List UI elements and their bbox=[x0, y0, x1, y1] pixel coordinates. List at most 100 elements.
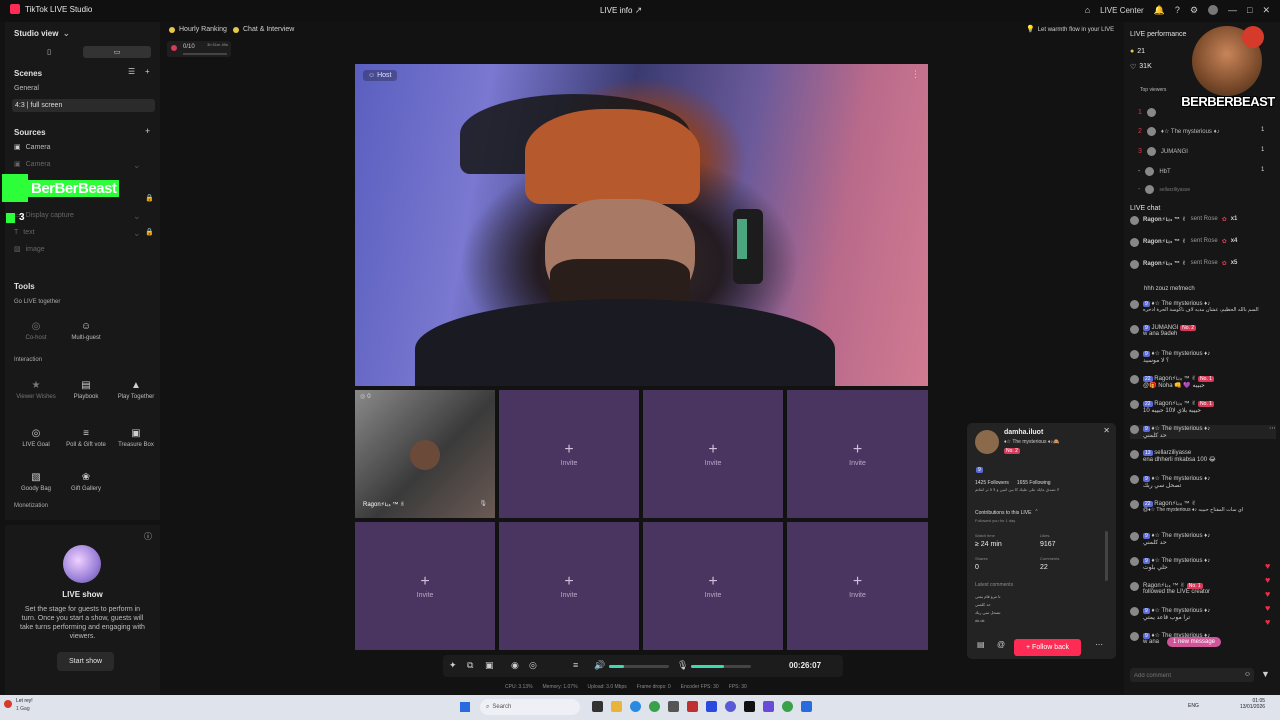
poll-tool[interactable]: ≡ Poll & Gift vote bbox=[63, 419, 109, 457]
scene-item[interactable]: 4:3 | full screen bbox=[12, 99, 155, 112]
comment-field[interactable] bbox=[1130, 669, 1236, 683]
mention-icon[interactable]: @ bbox=[997, 641, 1005, 649]
edge-icon[interactable] bbox=[630, 701, 641, 712]
multi-guest-tool[interactable]: ☺ Multi-guest bbox=[63, 312, 109, 350]
top-viewer-row[interactable]: 3 JUMANGI bbox=[1138, 147, 1188, 156]
filter-icon[interactable]: ▼ bbox=[1261, 670, 1270, 679]
lock-icon[interactable]: 🔒 bbox=[145, 195, 154, 202]
app-icon[interactable] bbox=[801, 701, 812, 712]
screen-icon[interactable]: ▣ bbox=[485, 661, 494, 670]
list-icon[interactable]: ☰ bbox=[128, 68, 135, 76]
chat-message[interactable]: Ragon⚡ʟᵢ₄ ™ ✌ No. 1 followed the LIVE cre… bbox=[1130, 582, 1276, 595]
help-icon[interactable]: ? bbox=[1175, 5, 1180, 15]
layout-icon[interactable]: ⧉ bbox=[467, 661, 473, 670]
play-together-tool[interactable]: ▲ Play Together bbox=[113, 371, 159, 409]
record-icon[interactable]: ◉ bbox=[511, 661, 519, 670]
gift-row[interactable]: Ragon⚡ʟᵢ₄ ™ ✌ sent Rose ✿ x1 bbox=[1130, 216, 1276, 225]
gift-gallery-tool[interactable]: ❀ Gift Gallery bbox=[63, 463, 109, 501]
gift-icon[interactable]: ▤ bbox=[977, 641, 985, 649]
chat-message[interactable]: 9 ♦☆ The mysterious ♦♪ حد كلمني bbox=[1130, 532, 1276, 546]
bell-icon[interactable]: 🔔 bbox=[1154, 5, 1165, 15]
lock-icon[interactable]: 🔒 bbox=[145, 229, 154, 236]
scrollbar[interactable] bbox=[1105, 531, 1108, 581]
source-item[interactable]: ▣ Camera bbox=[14, 144, 51, 151]
more-icon[interactable]: ⋯ bbox=[1269, 425, 1276, 432]
language-indicator[interactable]: ENG bbox=[1188, 703, 1199, 709]
mic-icon[interactable]: 🎙 bbox=[479, 501, 487, 507]
follow-back-button[interactable]: + Follow back bbox=[1014, 639, 1082, 656]
host-video[interactable]: ☺ Host ⋮ bbox=[355, 64, 928, 386]
more-icon[interactable]: ⋮ bbox=[911, 70, 920, 79]
folder-icon[interactable] bbox=[611, 701, 622, 712]
chat-message[interactable]: 9 ♦☆ The mysterious ♦♪ السم بالله الحظيم،… bbox=[1130, 300, 1276, 313]
more-icon[interactable]: ⋯ bbox=[1095, 641, 1103, 649]
avatar[interactable] bbox=[1208, 5, 1219, 15]
speaker-icon[interactable]: 🔊 bbox=[594, 661, 605, 670]
new-message-pill[interactable]: 1 new message bbox=[1167, 637, 1222, 647]
chrome-icon[interactable] bbox=[782, 701, 793, 712]
invite-slot[interactable]: + Invite bbox=[355, 522, 495, 650]
chat-message[interactable]: hhh zouz mefmech bbox=[1144, 286, 1195, 292]
clock[interactable]: 01:05 13/01/2026 bbox=[1240, 698, 1265, 710]
info-icon[interactable]: ⓘ bbox=[144, 533, 152, 541]
speaker-volume-slider[interactable] bbox=[609, 665, 669, 668]
source-item[interactable]: ▣ Camera bbox=[14, 161, 51, 168]
goody-bag-tool[interactable]: ▧ Goody Bag bbox=[13, 463, 59, 501]
co-host-tool[interactable]: ◎ Co-host bbox=[13, 312, 59, 350]
effects-icon[interactable]: ◎ bbox=[529, 661, 537, 670]
chevron-down-icon[interactable]: ⌄ bbox=[133, 229, 141, 238]
chat-message[interactable]: 9 JUMANGI No. 2w ana 9adeh bbox=[1130, 325, 1276, 337]
view-selector[interactable]: Studio view ⌄ bbox=[14, 29, 70, 39]
gift-row[interactable]: Ragon⚡ʟᵢ₄ ™ ✌ sent Rose ✿ x5 bbox=[1130, 260, 1276, 269]
hourly-ranking-chip[interactable]: Hourly Ranking bbox=[169, 26, 227, 33]
app-icon[interactable] bbox=[668, 701, 679, 712]
live-center-button[interactable]: LIVE Center bbox=[1100, 6, 1144, 15]
live-info-button[interactable]: LIVE info ↗ bbox=[600, 6, 642, 16]
contributions-header[interactable]: Contributions to this LIVE ⌃ bbox=[975, 510, 1039, 517]
treasure-box-tool[interactable]: ▣ Treasure Box bbox=[113, 419, 159, 457]
chat-message[interactable]: 22 Ragon⚡ʟᵢ₄ ™ ✌ No. 1 10 حبيبه بلاي لا10… bbox=[1130, 400, 1276, 414]
app-icon[interactable] bbox=[687, 701, 698, 712]
app-icon[interactable] bbox=[592, 701, 603, 712]
chat-message[interactable]: 22 Ragon⚡ʟᵢ₄ ™ ✌ @♦☆ The mysterious ♦♪ اي… bbox=[1130, 500, 1276, 513]
top-viewer-row[interactable]: - HbT bbox=[1138, 167, 1171, 176]
chevron-down-icon[interactable]: ⌄ bbox=[133, 161, 141, 170]
source-item[interactable]: Ttext bbox=[14, 229, 35, 236]
windows-start-icon[interactable] bbox=[460, 702, 470, 712]
chat-message[interactable]: 9 ♦☆ The mysterious ♦♪ ترا موب قاعد يمتي bbox=[1130, 607, 1276, 621]
top-viewer-row[interactable]: 1 bbox=[1138, 108, 1161, 117]
maximize-icon[interactable]: □ bbox=[1247, 5, 1252, 15]
add-scene-icon[interactable]: + bbox=[145, 68, 150, 76]
viewer-wishes-tool[interactable]: ★ Viewer Wishes bbox=[13, 371, 59, 409]
following-count[interactable]: 1655 Following bbox=[1017, 480, 1051, 486]
taskbar-search[interactable]: ⌕ Search bbox=[480, 699, 580, 715]
chat-message[interactable]: 9 ♦☆ The mysterious ♦♪ تصحل سي ربك bbox=[1130, 475, 1276, 489]
sliders-icon[interactable]: ≡ bbox=[573, 661, 578, 670]
live-goal-tool[interactable]: ◎ LIVE Goal bbox=[13, 419, 59, 457]
magic-icon[interactable]: ✦ bbox=[449, 661, 457, 670]
goal-widget[interactable]: 0/10 3h 51m 49s bbox=[167, 41, 231, 57]
chat-message[interactable]: 13 sellarziliyasse ena dhherli mkabsa 100… bbox=[1130, 450, 1276, 463]
app-icon[interactable] bbox=[763, 701, 774, 712]
emoji-icon[interactable]: ☺ bbox=[1244, 671, 1251, 678]
portrait-toggle[interactable]: ▯ bbox=[15, 46, 83, 58]
start-show-button[interactable]: Start show bbox=[57, 652, 115, 671]
mail-icon[interactable] bbox=[706, 701, 717, 712]
chat-message[interactable]: 9 ♦☆ The mysterious ♦♪ حد كلمني ⋯ bbox=[1130, 425, 1276, 439]
add-source-icon[interactable]: + bbox=[145, 127, 150, 136]
followers-count[interactable]: 1425 Followers bbox=[975, 480, 1009, 486]
comment-input[interactable]: ☺ bbox=[1130, 668, 1254, 683]
chat-message[interactable]: 9 ♦☆ The mysterious ♦♪ ؟ لا موسيد bbox=[1130, 350, 1276, 364]
discord-icon[interactable] bbox=[725, 701, 736, 712]
gear-icon[interactable]: ⚙ bbox=[1190, 5, 1198, 15]
invite-slot[interactable]: + Invite bbox=[499, 390, 639, 518]
chrome-icon[interactable] bbox=[649, 701, 660, 712]
tiktok-icon[interactable] bbox=[744, 701, 755, 712]
chevron-down-icon[interactable]: ⌄ bbox=[133, 212, 141, 221]
chat-interview-chip[interactable]: Chat & Interview bbox=[233, 26, 294, 33]
invite-slot[interactable]: + Invite bbox=[499, 522, 639, 650]
guest-video[interactable]: ◎ 0 Ragon⚡ʟᵢ₄ ™ ✌ 🎙 bbox=[355, 390, 495, 518]
invite-slot[interactable]: + Invite bbox=[787, 390, 928, 518]
close-icon[interactable]: ✕ bbox=[1262, 5, 1270, 15]
playbook-tool[interactable]: ▤ Playbook bbox=[63, 371, 109, 409]
